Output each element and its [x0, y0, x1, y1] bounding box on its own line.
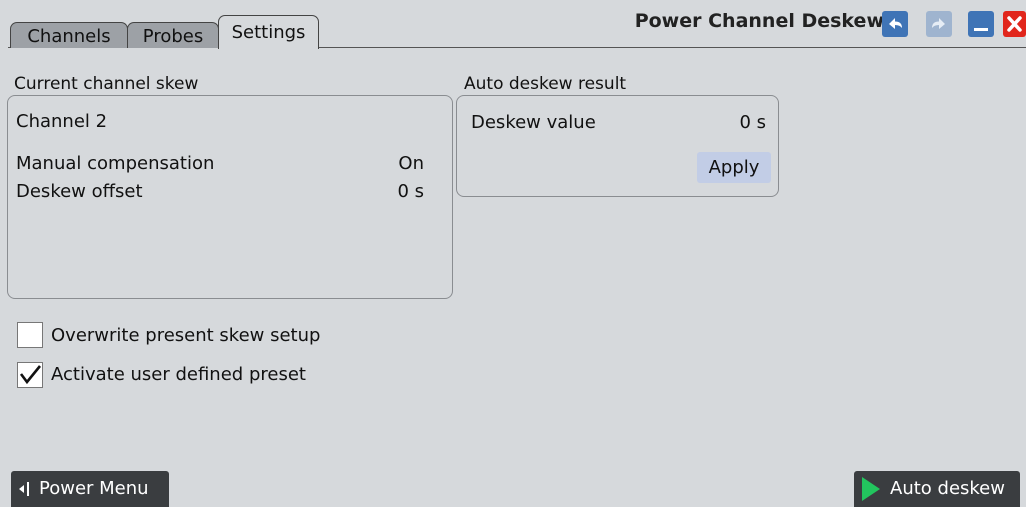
manual-compensation-value[interactable]: On — [398, 153, 424, 174]
back-arrow-icon — [19, 482, 29, 496]
tab-channels[interactable]: Channels — [10, 22, 128, 48]
deskew-offset-value[interactable]: 0 s — [397, 181, 424, 202]
auto-deskew-button[interactable]: Auto deskew — [854, 471, 1020, 507]
close-icon[interactable] — [1003, 11, 1026, 37]
redo-icon[interactable] — [926, 11, 952, 37]
deskew-value: 0 s — [739, 112, 766, 133]
play-icon — [862, 477, 880, 501]
channel-name: Channel 2 — [16, 111, 108, 132]
undo-icon[interactable] — [882, 11, 908, 37]
current-skew-title: Current channel skew — [14, 74, 199, 94]
power-menu-label: Power Menu — [39, 478, 149, 499]
minimize-icon[interactable] — [968, 11, 994, 37]
auto-result-title: Auto deskew result — [464, 74, 627, 94]
deskew-value-label: Deskew value — [471, 112, 596, 133]
checkmark-icon — [19, 365, 42, 385]
title-bar: Channels Probes Settings Power Channel D… — [0, 0, 1026, 49]
auto-deskew-label: Auto deskew — [890, 478, 1005, 499]
tab-probes[interactable]: Probes — [127, 22, 219, 48]
activate-preset-label[interactable]: Activate user defined preset — [51, 364, 306, 385]
overwrite-checkbox[interactable] — [17, 322, 43, 348]
power-menu-button[interactable]: Power Menu — [11, 471, 169, 507]
apply-button[interactable]: Apply — [697, 152, 771, 183]
deskew-offset-label: Deskew offset — [16, 181, 143, 202]
tab-settings[interactable]: Settings — [218, 15, 319, 49]
window-title: Power Channel Deskew — [634, 10, 884, 32]
manual-compensation-label: Manual compensation — [16, 153, 215, 174]
activate-preset-checkbox[interactable] — [17, 362, 43, 388]
current-skew-group: Channel 2 Manual compensation On Deskew … — [7, 95, 453, 299]
overwrite-label[interactable]: Overwrite present skew setup — [51, 325, 320, 346]
